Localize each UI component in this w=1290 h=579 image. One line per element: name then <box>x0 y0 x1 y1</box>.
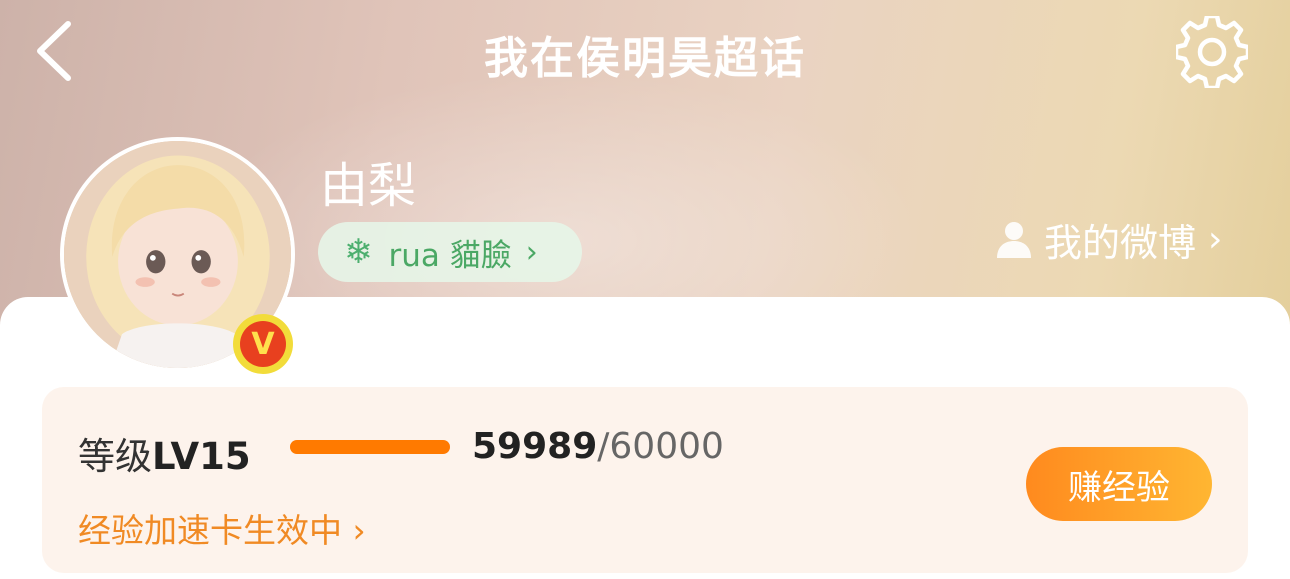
my-weibo-link[interactable]: 我的微博 › <box>994 216 1223 265</box>
vip-letter: V <box>240 321 286 367</box>
snowflake-icon: ❄ <box>344 232 373 272</box>
user-name: 由梨 <box>320 158 417 214</box>
level-prefix: 等级 <box>78 435 152 478</box>
gear-icon[interactable] <box>1176 16 1248 88</box>
boost-card-link[interactable]: 经验加速卡生效中 › <box>78 504 366 552</box>
person-icon <box>997 222 1031 258</box>
exp-progress-bar <box>290 440 450 454</box>
fan-badge-label: rua 貓臉 <box>388 237 512 274</box>
verified-v-badge-icon: V <box>233 314 293 374</box>
earn-exp-button[interactable]: 赚经验 <box>1026 447 1212 521</box>
exp-current: 59989 <box>472 426 598 467</box>
page-title: 我在侯明昊超话 <box>484 33 806 84</box>
my-weibo-label: 我的微博 <box>1044 220 1197 265</box>
chevron-right-icon: › <box>525 234 538 270</box>
top-nav-bar: 我在侯明昊超话 <box>0 0 1290 105</box>
level-label: 等级LV15 <box>78 426 251 480</box>
exp-counter: 59989/60000 <box>472 426 724 467</box>
exp-progress-fill <box>290 440 450 454</box>
exp-total: /60000 <box>597 426 724 467</box>
chevron-right-icon: › <box>1208 218 1223 260</box>
fan-group-badge[interactable]: ❄ rua 貓臉 › <box>318 222 582 282</box>
level-value: LV15 <box>152 435 251 478</box>
